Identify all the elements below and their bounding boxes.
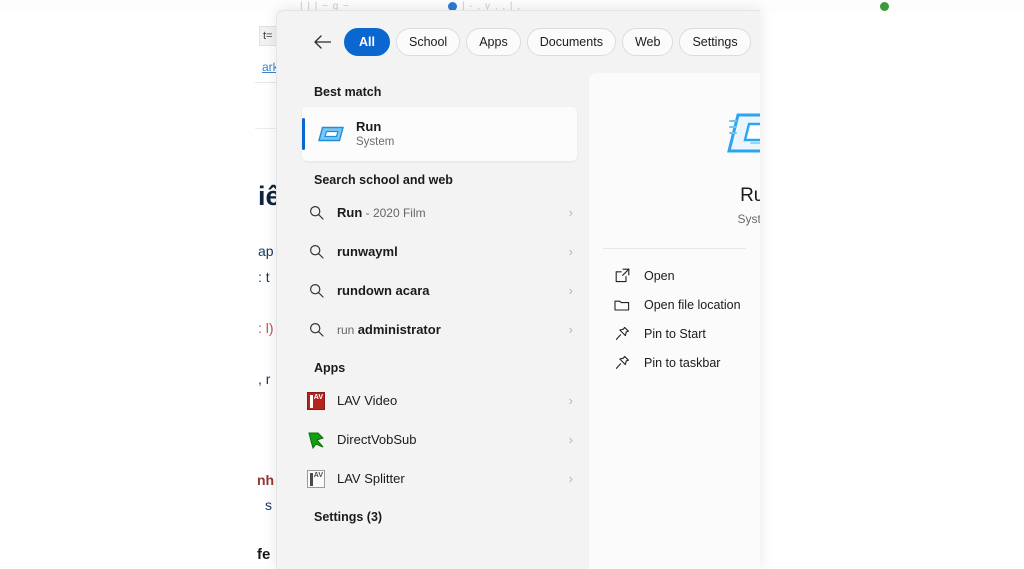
search-filter-bar: All School Apps Documents Web Settings [277,11,760,73]
preview-action-label: Open [644,268,675,283]
filter-pill-settings[interactable]: Settings [679,28,751,56]
search-suggestion-label: runwayml [337,244,398,259]
preview-subtitle: System [737,212,761,226]
toolbar-dot-green [880,2,889,11]
best-match-result-run[interactable]: Run System [302,107,577,161]
search-icon [305,322,327,337]
chevron-right-icon[interactable]: › [569,245,573,258]
app-result-row[interactable]: DirectVobSub › [277,420,589,459]
search-web-suggestion-list: Run - 2020 Film › runwayml › rundown acara › r… [277,193,589,349]
preview-action-label: Pin to taskbar [644,355,721,370]
folder-icon [611,298,633,312]
run-dialog-icon [315,124,347,144]
directvobsub-icon [305,431,327,449]
chevron-right-icon[interactable]: › [569,394,573,407]
app-result-label: LAV Video [337,393,398,408]
app-result-label: DirectVobSub [337,432,417,447]
open-external-icon [611,268,633,283]
preview-action-label: Open file location [644,297,741,312]
preview-action-open[interactable]: Open [589,261,760,290]
app-result-row[interactable]: AV LAV Splitter › [277,459,589,498]
section-header-settings: Settings (3) [314,510,383,524]
search-suggestion-row[interactable]: runwayml › [277,232,589,271]
preview-action-pin-to-start[interactable]: Pin to Start [589,319,760,348]
section-header-apps: Apps [314,361,346,375]
back-arrow-icon[interactable] [309,29,335,55]
chevron-right-icon[interactable]: › [569,206,573,219]
apps-result-list: AV LAV Video › DirectVobSub › AV LAV Splitter › [277,381,589,498]
search-suggestion-row[interactable]: rundown acara › [277,271,589,310]
section-header-best-match: Best match [314,85,382,99]
selection-accent-bar [302,118,305,150]
best-match-text: Run System [356,119,394,150]
chevron-right-icon[interactable]: › [569,323,573,336]
windows-search-panel: All School Apps Documents Web Settings Best m… [276,10,760,569]
search-icon [305,244,327,259]
run-dialog-large-icon [725,103,760,163]
preview-action-pin-to-taskbar[interactable]: Pin to taskbar [589,348,760,377]
search-icon [305,205,327,220]
preview-hero: Run System [589,73,760,248]
preview-title: Run [740,185,760,206]
screen-root: | | | ~ g ~ | - , y , , | , t= ark iê ap:… [0,0,1024,569]
app-result-label: LAV Splitter [337,471,405,486]
chevron-right-icon[interactable]: › [569,472,573,485]
filter-pill-school[interactable]: School [395,28,461,56]
lav-splitter-icon: AV [305,469,327,488]
search-preview-pane: Run System Open Open file location Pin to … [589,73,760,569]
lav-video-icon: AV [305,391,327,410]
section-header-search-web: Search school and web [314,173,453,187]
search-icon [305,283,327,298]
filter-pill-documents[interactable]: Documents [526,28,616,56]
filter-pill-web[interactable]: Web [621,28,674,56]
pin-icon [611,326,633,341]
best-match-title: Run [356,118,382,134]
search-suggestion-row[interactable]: run administrator › [277,310,589,349]
preview-action-list: Open Open file location Pin to Start Pin to… [589,249,760,377]
chevron-right-icon[interactable]: › [569,433,573,446]
preview-action-open-file-location[interactable]: Open file location [589,290,760,319]
chevron-right-icon[interactable]: › [569,284,573,297]
best-match-subtitle: System [356,135,395,148]
search-suggestion-label: run administrator [337,322,441,337]
preview-action-label: Pin to Start [644,326,706,341]
search-results-column: Best match Run System Search school and … [277,73,589,569]
search-suggestion-label: rundown acara [337,283,430,298]
app-result-row[interactable]: AV LAV Video › [277,381,589,420]
search-suggestion-label: Run - 2020 Film [337,205,426,220]
filter-pill-list: All School Apps Documents Web Settings [344,28,757,56]
filter-pill-apps[interactable]: Apps [466,28,521,56]
search-suggestion-row[interactable]: Run - 2020 Film › [277,193,589,232]
filter-pill-all[interactable]: All [344,28,390,56]
pin-icon [611,355,633,370]
